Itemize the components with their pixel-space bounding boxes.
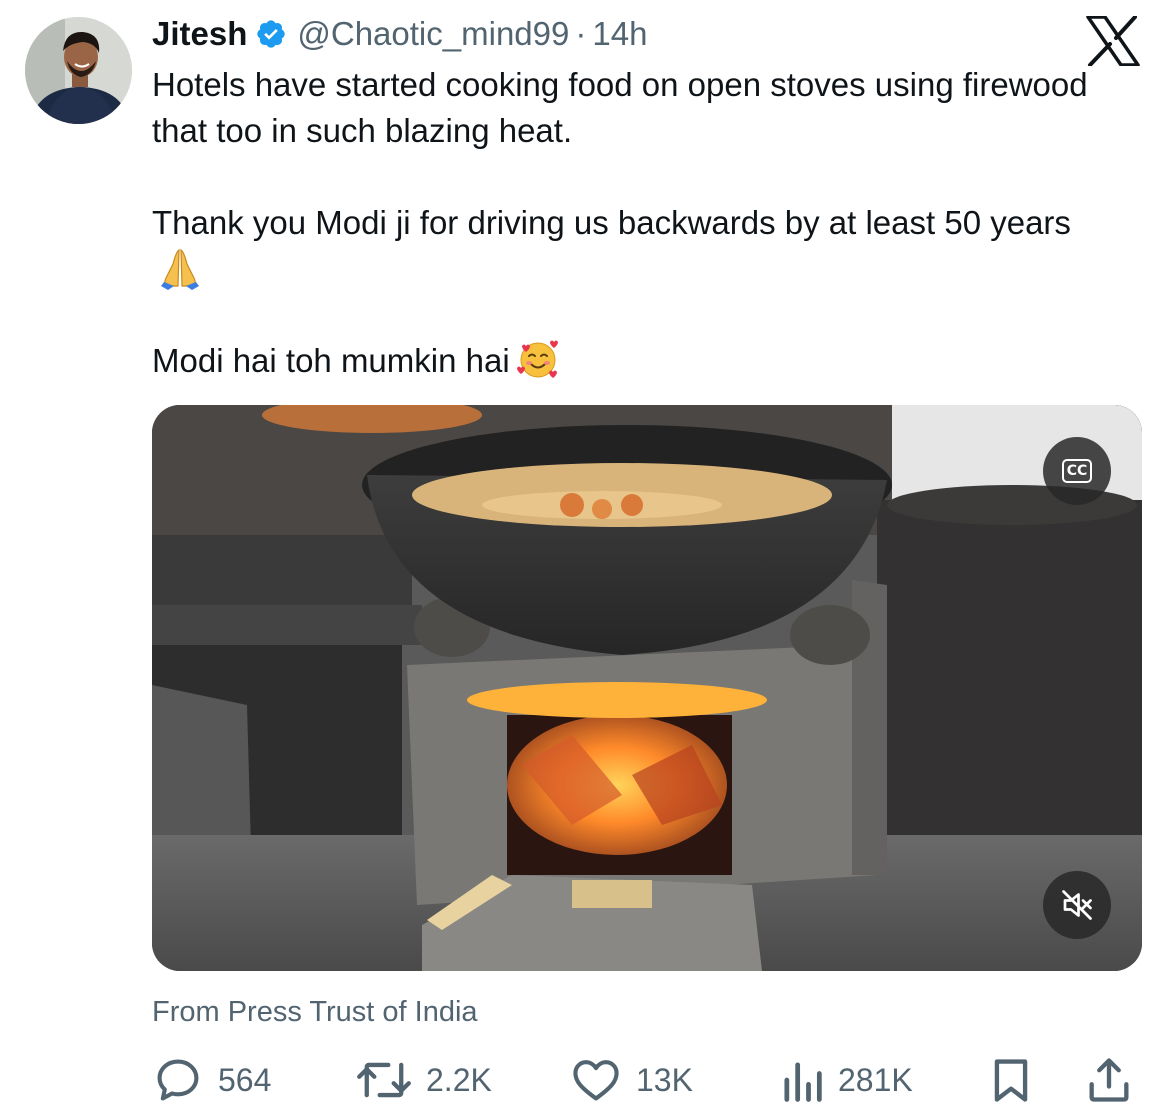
tweet-video[interactable]: CC — [152, 405, 1142, 971]
repost-count: 2.2K — [426, 1061, 492, 1098]
reply-button[interactable]: 564 — [152, 1052, 271, 1108]
tweet-paragraph-1: Hotels have started cooking food on open… — [152, 66, 1088, 149]
author-handle[interactable]: @Chaotic_mind99 — [297, 15, 569, 53]
tweet-paragraph-2: Thank you Modi ji for driving us backwar… — [152, 200, 1112, 292]
x-logo-icon[interactable] — [1086, 16, 1140, 66]
captions-button[interactable]: CC — [1043, 437, 1111, 505]
bookmark-button[interactable] — [988, 1052, 1034, 1108]
mute-button[interactable] — [1043, 871, 1111, 939]
tweet-paragraph-2-text: Thank you Modi ji for driving us backwar… — [152, 204, 1071, 241]
smiling-face-with-hearts-emoji-icon — [516, 338, 560, 382]
share-icon — [1089, 1058, 1129, 1102]
video-frame — [152, 405, 1142, 971]
author-avatar[interactable] — [25, 17, 132, 124]
reply-count: 564 — [218, 1061, 272, 1098]
author-name[interactable]: Jitesh — [152, 15, 247, 53]
share-button[interactable] — [1084, 1052, 1134, 1108]
bookmark-icon — [994, 1059, 1028, 1102]
verified-badge-icon — [255, 18, 287, 50]
repost-button[interactable]: 2.2K — [356, 1052, 492, 1108]
like-button[interactable]: 13K — [570, 1052, 693, 1108]
analytics-icon — [784, 1062, 822, 1102]
view-count: 281K — [838, 1061, 913, 1098]
avatar-image — [25, 17, 132, 124]
header-separator: · — [575, 15, 587, 52]
heart-icon — [573, 1060, 619, 1101]
tweet-paragraph-3: Modi hai toh mumkin hai — [152, 338, 1112, 384]
reply-icon — [157, 1059, 199, 1101]
muted-speaker-icon — [1062, 890, 1092, 920]
tweet-body: Hotels have started cooking food on open… — [152, 62, 1112, 384]
tweet-timestamp[interactable]: 14h — [592, 15, 647, 53]
tweet-paragraph-3-text: Modi hai toh mumkin hai — [152, 342, 510, 379]
captions-icon: CC — [1061, 459, 1093, 483]
tweet-header: Jitesh @Chaotic_mind99 · 14h — [152, 12, 647, 56]
like-count: 13K — [636, 1061, 693, 1098]
folded-hands-emoji-icon — [158, 246, 202, 290]
tweet-action-bar: 564 2.2K 13K 281K — [152, 1052, 1140, 1108]
media-source-label[interactable]: From Press Trust of India — [152, 996, 478, 1029]
views-button[interactable]: 281K — [780, 1052, 913, 1108]
repost-icon — [357, 1062, 411, 1098]
